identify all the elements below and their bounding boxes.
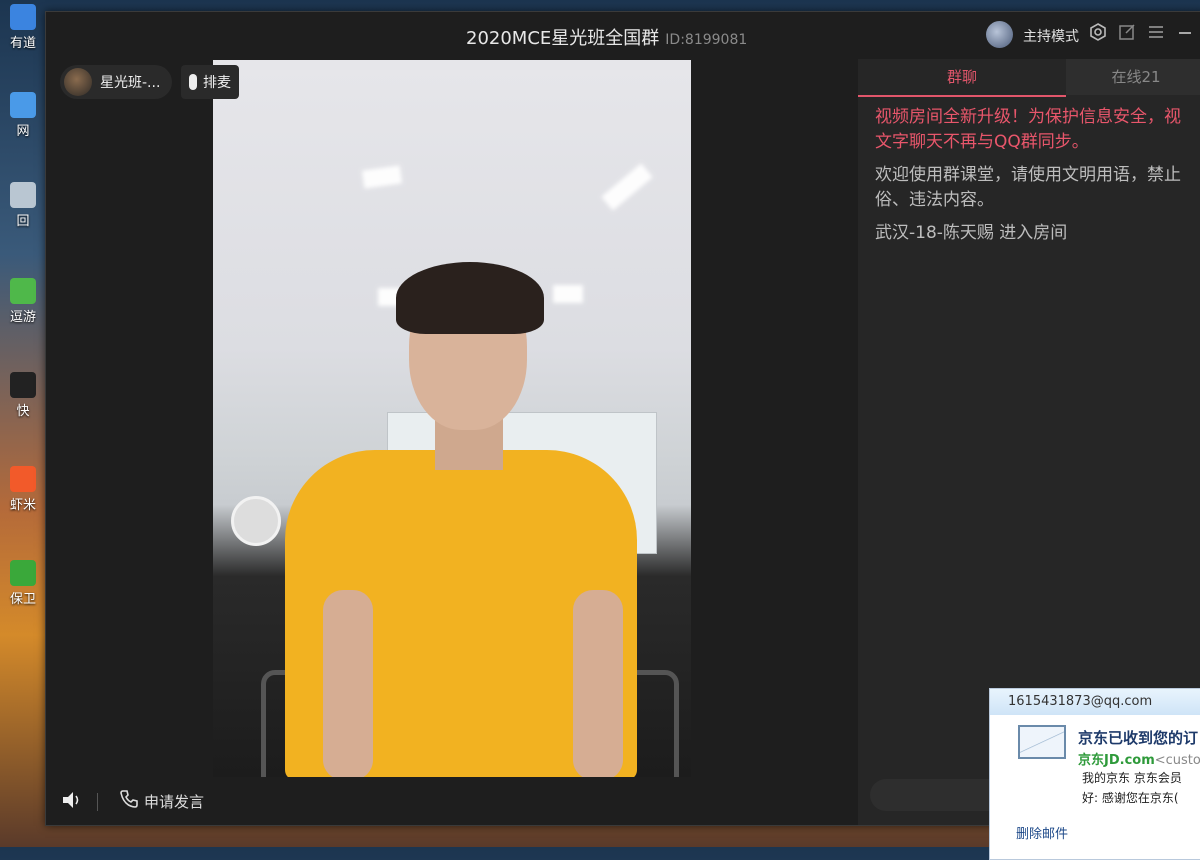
message-line: 俗、违法内容。 (875, 190, 994, 210)
minimize-icon[interactable] (1174, 23, 1196, 45)
sender-name: 京东JD.com (1078, 753, 1155, 768)
host-avatar[interactable] (986, 21, 1013, 48)
mail-subject[interactable]: 京东已收到您的订 (1078, 727, 1198, 748)
person-arm (323, 590, 373, 777)
desktop-icon[interactable]: 逗游 (0, 278, 46, 325)
message-line: 武汉-18-陈天赐 进入房间 (875, 223, 1068, 243)
popout-icon[interactable] (1116, 23, 1138, 45)
desktop-icon-label: 有道 (9, 36, 36, 51)
queue-label: 排麦 (203, 75, 231, 91)
phone-icon[interactable] (118, 788, 140, 815)
message-line: 视频房间全新升级！为保护信息安全，视 (875, 107, 1181, 127)
window-title: 2020MCE星光班全国群 ID:8199081 (466, 24, 747, 50)
video-area: 星光班-... 排麦 申请发言 (46, 59, 858, 825)
desktop-icon[interactable]: 网 (0, 92, 46, 139)
message-line: 文字聊天不再与QQ群同步。 (875, 132, 1089, 152)
title-bar[interactable]: 2020MCE星光班全国群 ID:8199081 主持模式 (46, 12, 1200, 59)
control-bar: 申请发言 (46, 779, 858, 825)
fan (231, 496, 281, 546)
sender-address: <custo (1154, 753, 1200, 768)
app-icon (10, 372, 36, 398)
person-arm (573, 590, 623, 777)
apply-to-speak-button[interactable]: 申请发言 (144, 791, 204, 812)
app-icon (10, 278, 36, 304)
mail-preview-line: 好: 感谢您在京东( (1082, 791, 1179, 805)
menu-icon[interactable] (1145, 23, 1167, 45)
desktop-icon[interactable]: 虾米 (0, 466, 46, 513)
room-avatar (64, 68, 92, 96)
message-list: 视频房间全新升级！为保护信息安全，视 文字聊天不再与QQ群同步。 欢迎使用群课堂… (875, 105, 1200, 254)
queue-button[interactable]: 排麦 (181, 65, 239, 99)
envelope-icon (1018, 725, 1066, 759)
mail-account: 1615431873@qq.com (990, 689, 1200, 715)
room-id: ID:8199081 (665, 32, 748, 48)
room-info-pill[interactable]: 星光班-... (60, 65, 173, 99)
tab-group-chat[interactable]: 群聊 (858, 59, 1066, 97)
separator (97, 793, 98, 811)
ceiling-light (361, 165, 403, 189)
microphone-icon (189, 74, 197, 90)
message-line: 欢迎使用群课堂，请使用文明用语，禁止 (875, 165, 1181, 185)
join-message: 武汉-18-陈天赐 进入房间 (875, 221, 1200, 246)
desktop-icon-label: 快 (16, 404, 30, 419)
mail-preview-line: 我的京东 京东会员 (1082, 771, 1182, 785)
mail-sender: 京东JD.com<custo (1078, 749, 1200, 768)
delete-mail-link[interactable]: 删除邮件 (1016, 823, 1068, 842)
ceiling-light (601, 163, 653, 211)
volume-icon[interactable] (60, 789, 82, 816)
mail-notification[interactable]: 1615431873@qq.com 京东已收到您的订 京东JD.com<cust… (989, 688, 1200, 860)
video-stream[interactable] (213, 60, 691, 777)
app-icon (10, 466, 36, 492)
settings-icon[interactable] (1087, 23, 1109, 45)
desktop-icon[interactable]: 有道 (0, 4, 46, 51)
ceiling-light (553, 285, 583, 303)
person-hair (396, 262, 544, 334)
welcome-message: 欢迎使用群课堂，请使用文明用语，禁止 俗、违法内容。 (875, 163, 1200, 213)
desktop-icon[interactable]: 保卫 (0, 560, 46, 607)
desktop-icon-label: 保卫 (9, 592, 36, 607)
app-icon (10, 92, 36, 118)
recycle-bin-icon (10, 182, 36, 208)
system-notice: 视频房间全新升级！为保护信息安全，视 文字聊天不再与QQ群同步。 (875, 105, 1200, 155)
desktop-icon[interactable]: 快 (0, 372, 46, 419)
room-name: 星光班-... (100, 75, 161, 91)
tab-online-members[interactable]: 在线21 (1066, 59, 1200, 95)
group-name: 2020MCE星光班全国群 (466, 28, 660, 49)
desktop-icon-label: 回 (16, 214, 30, 229)
desktop-icon-label: 逗游 (9, 310, 36, 325)
host-mode-button[interactable]: 主持模式 (1023, 26, 1079, 46)
desktop-icon-label: 网 (16, 124, 30, 139)
desktop-icon[interactable]: 回 (0, 182, 46, 229)
app-icon (10, 560, 36, 586)
desktop-icon-label: 虾米 (9, 498, 36, 513)
app-icon (10, 4, 36, 30)
